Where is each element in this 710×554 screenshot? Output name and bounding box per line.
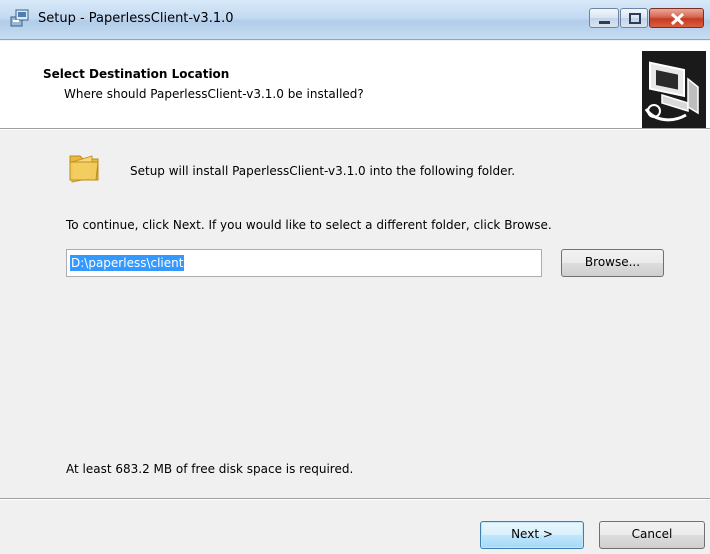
- setup-window: Setup - PaperlessClient-v3.1.0 Select De…: [0, 0, 710, 554]
- continue-message: To continue, click Next. If you would li…: [66, 218, 552, 232]
- maximize-button[interactable]: [620, 8, 648, 28]
- install-message: Setup will install PaperlessClient-v3.1.…: [130, 164, 516, 178]
- wizard-header: Select Destination Location Where should…: [0, 41, 710, 129]
- window-title: Setup - PaperlessClient-v3.1.0: [38, 11, 234, 26]
- next-button[interactable]: Next >: [480, 521, 584, 549]
- page-title: Select Destination Location: [43, 67, 230, 81]
- minimize-icon: [599, 21, 610, 24]
- maximize-icon: [629, 13, 641, 24]
- disk-space-message: At least 683.2 MB of free disk space is …: [66, 462, 354, 476]
- page-subtitle: Where should PaperlessClient-v3.1.0 be i…: [64, 87, 364, 101]
- title-bar[interactable]: Setup - PaperlessClient-v3.1.0: [0, 0, 710, 40]
- setup-installer-icon: [10, 8, 30, 28]
- destination-path-input[interactable]: D:\paperless\client: [66, 249, 542, 277]
- close-icon: [670, 12, 685, 26]
- destination-path-value: D:\paperless\client: [70, 255, 185, 271]
- wizard-body: Setup will install PaperlessClient-v3.1.…: [0, 130, 710, 484]
- browse-button[interactable]: Browse...: [561, 249, 664, 277]
- folder-icon: [66, 148, 102, 184]
- footer-divider-highlight: [0, 499, 710, 500]
- close-button[interactable]: [649, 8, 704, 28]
- cancel-button[interactable]: Cancel: [599, 521, 705, 549]
- minimize-button[interactable]: [589, 8, 619, 28]
- installer-wizard-computer-icon: [642, 51, 706, 128]
